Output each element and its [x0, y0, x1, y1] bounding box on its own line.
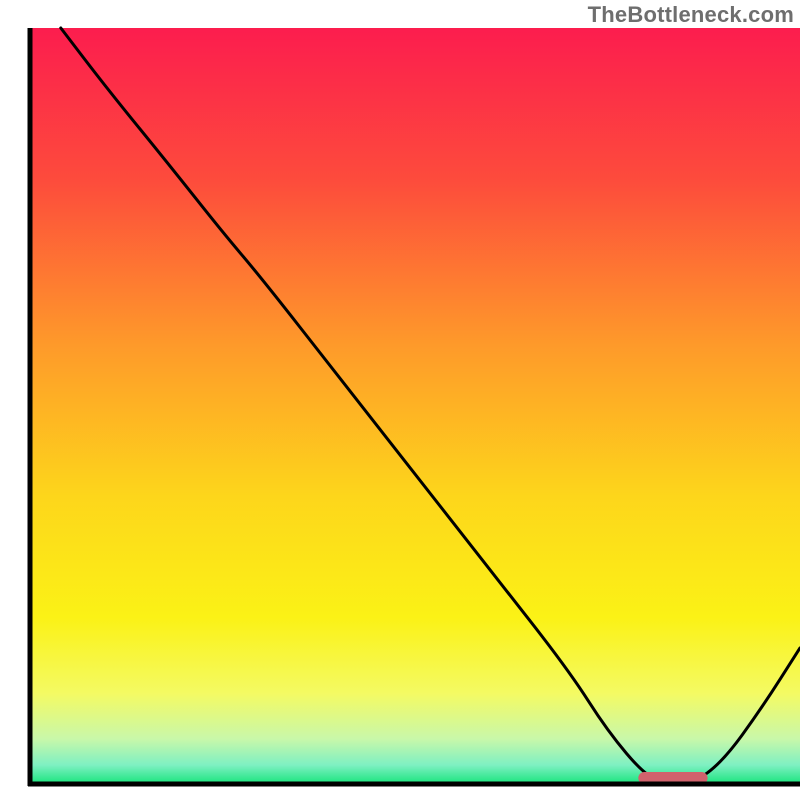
- plot-area: [30, 28, 800, 784]
- chart-root: TheBottleneck.com: [0, 0, 800, 800]
- watermark-text: TheBottleneck.com: [588, 2, 794, 28]
- bottleneck-chart: [0, 0, 800, 800]
